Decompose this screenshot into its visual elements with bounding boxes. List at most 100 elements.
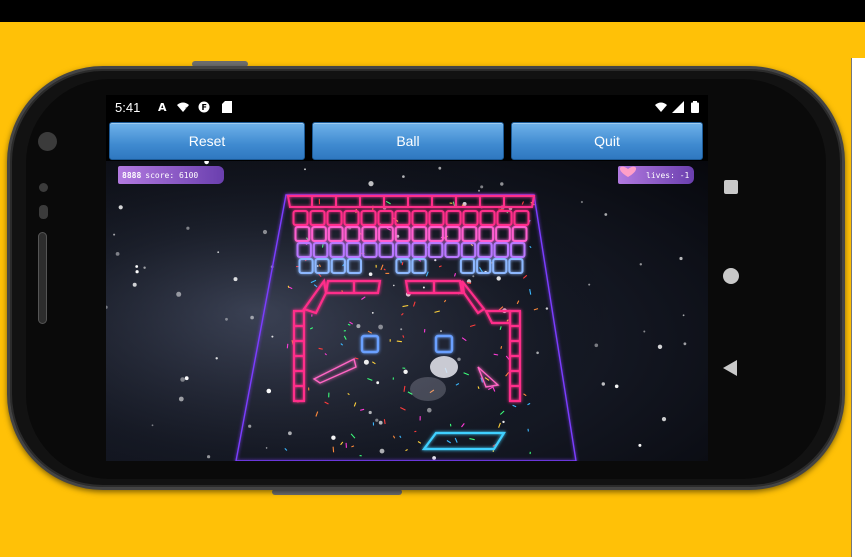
- spark: [286, 343, 289, 349]
- star: [422, 286, 425, 289]
- game-toolbar: Reset Ball Quit: [106, 121, 708, 161]
- a-icon: A: [158, 101, 167, 114]
- speaker-grille: [38, 232, 47, 324]
- app-f-icon: F: [198, 101, 210, 116]
- star: [496, 276, 501, 281]
- star: [580, 200, 583, 204]
- sensor-pill-icon: [39, 205, 48, 219]
- star: [371, 312, 374, 314]
- spark: [400, 259, 402, 264]
- spark: [332, 446, 335, 453]
- status-time: 5:41: [115, 100, 141, 115]
- sensor-dot-icon: [39, 183, 48, 192]
- star: [643, 330, 646, 333]
- score-text: score: 6100: [145, 170, 199, 180]
- star: [178, 396, 184, 402]
- star: [262, 229, 268, 235]
- star: [113, 233, 116, 236]
- star: [375, 418, 379, 422]
- phone-screen: 5:41 A ? F Reset Ball Quit 8888 score: 6…: [106, 95, 708, 461]
- star: [378, 324, 383, 330]
- star: [440, 330, 442, 333]
- star: [438, 166, 442, 170]
- star: [400, 328, 403, 331]
- spark: [449, 423, 452, 427]
- star: [363, 359, 369, 365]
- star: [135, 265, 139, 268]
- spark: [500, 346, 503, 349]
- star: [215, 357, 218, 360]
- star: [176, 291, 182, 297]
- star: [536, 351, 539, 355]
- wifi-question-icon: ?: [176, 101, 190, 116]
- star: [614, 384, 619, 389]
- star: [368, 181, 374, 187]
- star: [376, 381, 380, 385]
- star: [682, 314, 685, 317]
- star: [478, 189, 480, 192]
- star: [472, 275, 475, 278]
- wifi-x-icon: [654, 101, 668, 116]
- back-icon[interactable]: [723, 360, 737, 376]
- star: [265, 447, 268, 449]
- star: [427, 407, 432, 413]
- ball-trail: [410, 377, 446, 401]
- star: [402, 175, 405, 178]
- recents-icon[interactable]: [724, 180, 738, 194]
- top-black-bar: [0, 0, 865, 22]
- android-nav-bar: [714, 170, 748, 390]
- lives-text: lives: -1: [646, 170, 690, 180]
- star: [403, 369, 408, 374]
- star: [225, 317, 228, 321]
- signal-icon: [672, 101, 684, 116]
- spark: [401, 261, 404, 266]
- star: [657, 344, 663, 349]
- game-ball: [430, 356, 458, 378]
- spark: [321, 243, 324, 248]
- star: [288, 431, 292, 436]
- star: [331, 435, 336, 440]
- star: [115, 252, 120, 256]
- star: [180, 377, 185, 382]
- home-icon[interactable]: [723, 268, 739, 284]
- score-counter: 8888: [122, 170, 142, 180]
- star: [233, 277, 238, 282]
- score-hud: 8888 score: 6100: [118, 166, 224, 184]
- quit-button[interactable]: Quit: [511, 122, 703, 160]
- front-camera-icon: [38, 132, 57, 151]
- star: [379, 448, 385, 454]
- battery-icon: [691, 101, 699, 116]
- status-bar: 5:41 A ? F: [106, 95, 708, 120]
- star: [316, 265, 319, 267]
- star: [186, 226, 190, 230]
- star: [143, 266, 146, 269]
- star: [118, 205, 123, 210]
- star: [132, 282, 137, 287]
- star: [184, 376, 189, 381]
- star: [545, 307, 549, 310]
- star: [271, 335, 274, 338]
- star: [393, 284, 395, 287]
- ball-button[interactable]: Ball: [312, 122, 504, 160]
- star: [604, 213, 608, 216]
- spark: [383, 419, 386, 425]
- star: [378, 420, 383, 425]
- game-canvas[interactable]: 8888 score: 6100 lives: -1: [106, 161, 708, 461]
- star: [356, 324, 361, 329]
- star: [661, 417, 667, 422]
- star: [248, 424, 252, 428]
- spark: [287, 285, 290, 288]
- star: [588, 283, 591, 286]
- star: [432, 456, 436, 460]
- reset-button[interactable]: Reset: [109, 122, 305, 160]
- star: [151, 424, 154, 427]
- star: [679, 256, 683, 261]
- star: [594, 343, 599, 348]
- star: [638, 443, 642, 447]
- star: [601, 382, 605, 386]
- star: [217, 251, 220, 254]
- star: [135, 270, 139, 274]
- star: [266, 388, 272, 394]
- svg-text:?: ?: [185, 107, 188, 113]
- spark: [467, 282, 472, 284]
